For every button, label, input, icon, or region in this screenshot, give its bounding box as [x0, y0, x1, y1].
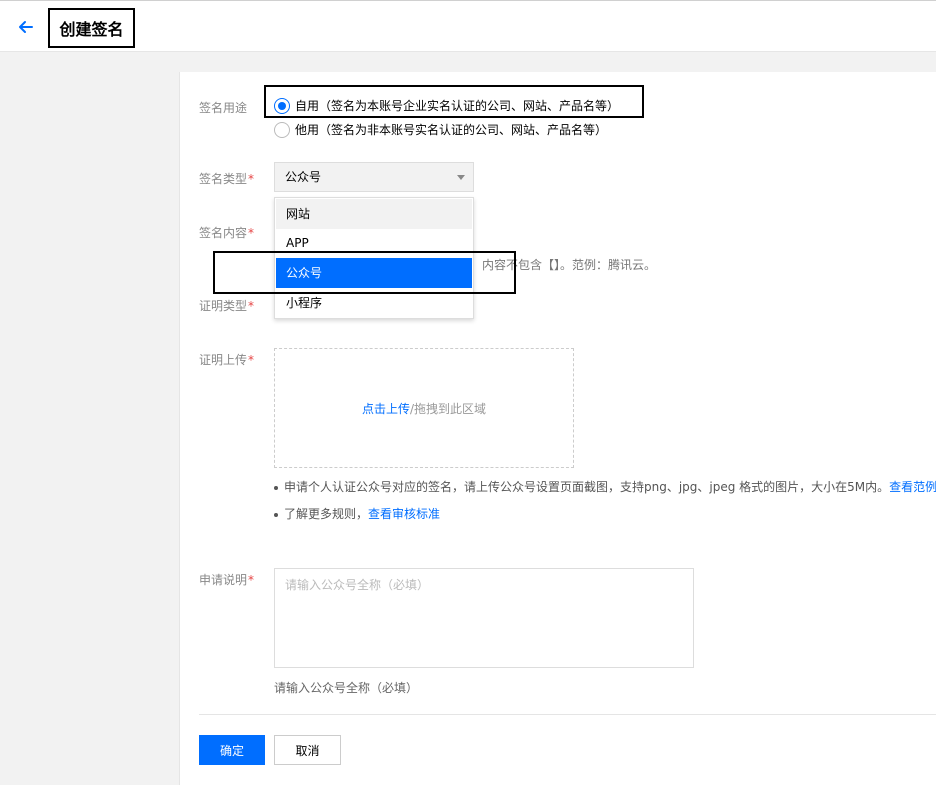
- usage-label: 签名用途: [199, 101, 248, 115]
- upload-link[interactable]: 点击上传: [362, 400, 410, 417]
- upload-dropzone[interactable]: 点击上传/拖拽到此区域: [274, 348, 574, 468]
- description-label-text: 申请说明: [199, 573, 248, 587]
- top-bar: 创建签名: [0, 0, 936, 52]
- required-mark: *: [248, 353, 255, 367]
- arrow-left-icon[interactable]: [16, 17, 36, 37]
- type-select[interactable]: 公众号: [274, 162, 474, 192]
- proof-upload-label: 证明上传*: [199, 351, 254, 368]
- bullet-icon: [274, 512, 278, 517]
- description-hint: 请输入公众号全称（必填）: [274, 681, 419, 695]
- upload-note-2: 了解更多规则，查看审核标准: [274, 505, 440, 522]
- confirm-button[interactable]: 确定: [199, 735, 265, 765]
- radio-other-use-label: 他用（签名为非本账号实名认证的公司、网站、产品名等）: [295, 123, 608, 137]
- cancel-button[interactable]: 取消: [274, 735, 341, 765]
- proof-type-label-text: 证明类型: [199, 299, 248, 313]
- radio-other-use[interactable]: 他用（签名为非本账号实名认证的公司、网站、产品名等）: [274, 121, 607, 138]
- required-mark: *: [248, 573, 255, 587]
- required-mark: *: [248, 226, 255, 240]
- required-mark: *: [248, 299, 255, 313]
- proof-type-label: 证明类型*: [199, 297, 254, 314]
- page-title: 创建签名: [48, 8, 135, 48]
- description-textarea[interactable]: [274, 568, 694, 668]
- description-label: 申请说明*: [199, 571, 254, 588]
- dropdown-option-website[interactable]: 网站: [276, 199, 472, 229]
- type-label-text: 签名类型: [199, 172, 248, 186]
- type-select-value: 公众号: [285, 170, 322, 184]
- bullet-icon: [274, 485, 278, 490]
- type-label: 签名类型*: [199, 170, 254, 187]
- upload-note-1: 申请个人认证公众号对应的签名，请上传公众号设置页面截图，支持png、jpg、jp…: [274, 478, 936, 495]
- annotation-box-option: [213, 251, 516, 294]
- review-standard-link[interactable]: 查看审核标准: [368, 507, 440, 521]
- upload-drag-text: /拖拽到此区域: [409, 401, 487, 416]
- required-mark: *: [248, 172, 255, 186]
- content-label-text: 签名内容: [199, 226, 248, 240]
- page: 创建签名 签名用途 自用（签名为本账号企业实名认证的公司、网站、产品名等） 他用…: [0, 0, 936, 785]
- upload-note-1-text: 申请个人认证公众号对应的签名，请上传公众号设置页面截图，支持png、jpg、jp…: [284, 480, 890, 494]
- chevron-down-icon: [457, 175, 465, 180]
- proof-upload-label-text: 证明上传: [199, 353, 248, 367]
- divider: [199, 714, 936, 715]
- upload-note-2-text: 了解更多规则，: [284, 507, 369, 521]
- view-example-link[interactable]: 查看范例: [889, 480, 936, 494]
- radio-unchecked-icon[interactable]: [274, 121, 290, 138]
- content-label: 签名内容*: [199, 224, 254, 241]
- annotation-box-usage: [264, 85, 644, 118]
